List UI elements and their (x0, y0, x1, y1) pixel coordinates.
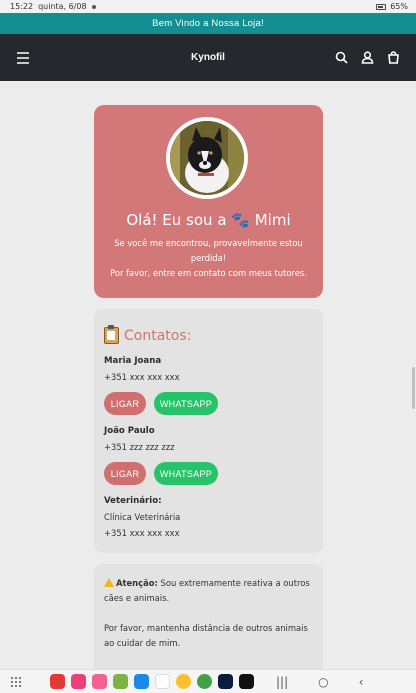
contacts-card: Contatos: Maria Joana +351 xxx xxx xxx L… (94, 309, 323, 553)
search-icon (335, 51, 348, 64)
app-drawer-icon[interactable] (10, 676, 22, 688)
netflix-icon[interactable] (239, 674, 254, 689)
vet-label: Veterinário: (104, 496, 162, 506)
contact-item: Maria Joana +351 xxx xxx xxx LIGAR WHATS… (104, 356, 313, 415)
vet-info: Veterinário: Clínica Veterinária +351 xx… (104, 496, 313, 538)
announcement-text: Bem Vindo a Nossa Loja! (152, 18, 264, 29)
menu-icon (17, 51, 29, 64)
back-icon[interactable]: ‹ (359, 675, 364, 689)
battery-icon (376, 3, 387, 10)
warning-card: Atenção: Sou extremamente reativa a outr… (94, 564, 323, 669)
date: quinta, 6/08 (38, 2, 87, 11)
call-button[interactable]: LIGAR (104, 462, 146, 485)
page-content: Olá! Eu sou a 🐾 Mimi Se você me encontro… (0, 81, 416, 669)
account-button[interactable] (358, 49, 376, 67)
whatsapp-button[interactable]: WHATSAPP (154, 392, 218, 415)
clipboard-icon (104, 325, 119, 344)
site-header: Kynofil (0, 34, 416, 81)
home-icon[interactable]: ○ (318, 675, 328, 689)
flower-icon[interactable] (92, 674, 107, 689)
system-nav-bar: ||| ○ ‹ (0, 669, 416, 693)
contact-phone: +351 zzz zzz zzz (104, 442, 175, 452)
status-bar: 15:22 quinta, 6/08 65% (0, 0, 416, 13)
bag-icon (387, 51, 399, 64)
phone-icon[interactable] (197, 674, 212, 689)
youtube-icon[interactable] (50, 674, 65, 689)
app-grid-icon[interactable] (113, 674, 128, 689)
lost-message: Se você me encontrou, provavelmente esto… (106, 236, 311, 281)
warning-text-2: Por favor, mantenha distância de outros … (104, 623, 308, 648)
vet-phone: +351 xxx xxx xxx (104, 528, 180, 538)
cart-button[interactable] (384, 49, 402, 67)
call-button[interactable]: LIGAR (104, 392, 146, 415)
contact-phone: +351 xxx xxx xxx (104, 372, 180, 382)
search-button[interactable] (332, 49, 350, 67)
warning-icon (104, 578, 114, 587)
lost-message-line2: Por favor, entre em contato com meus tut… (110, 268, 307, 278)
battery-level: 65% (390, 2, 408, 11)
recents-icon[interactable]: ||| (276, 675, 288, 689)
edge-panel-handle[interactable] (412, 367, 415, 409)
disney-icon[interactable] (218, 674, 233, 689)
contacts-title: Contatos: (104, 325, 313, 344)
pet-greeting: Olá! Eu sou a 🐾 Mimi (126, 211, 291, 229)
contacts-title-text: Contatos: (124, 327, 192, 344)
calendar-icon[interactable] (134, 674, 149, 689)
contact-name: João Paulo (104, 426, 155, 436)
menu-button[interactable] (14, 49, 32, 67)
lost-message-line1: Se você me encontrou, provavelmente esto… (114, 238, 303, 263)
whatsapp-button[interactable]: WHATSAPP (154, 462, 218, 485)
pet-photo (170, 121, 244, 195)
announcement-bar: Bem Vindo a Nossa Loja! (0, 13, 416, 34)
warning-paragraph-1: Atenção: Sou extremamente reativa a outr… (104, 576, 313, 606)
app-dock (50, 674, 254, 689)
clock: 15:22 (10, 2, 34, 11)
camera-icon[interactable] (71, 674, 86, 689)
account-icon (361, 51, 373, 64)
chrome-icon[interactable] (176, 674, 191, 689)
contact-name: Maria Joana (104, 356, 162, 366)
pet-avatar (166, 117, 248, 199)
gmail-icon[interactable] (155, 674, 170, 689)
warning-label: Atenção: (116, 578, 158, 588)
notification-icon (91, 4, 96, 9)
profile-card: Olá! Eu sou a 🐾 Mimi Se você me encontro… (94, 105, 323, 298)
contact-item: João Paulo +351 zzz zzz zzz LIGAR WHATSA… (104, 426, 313, 485)
vet-clinic: Clínica Veterinária (104, 512, 181, 522)
